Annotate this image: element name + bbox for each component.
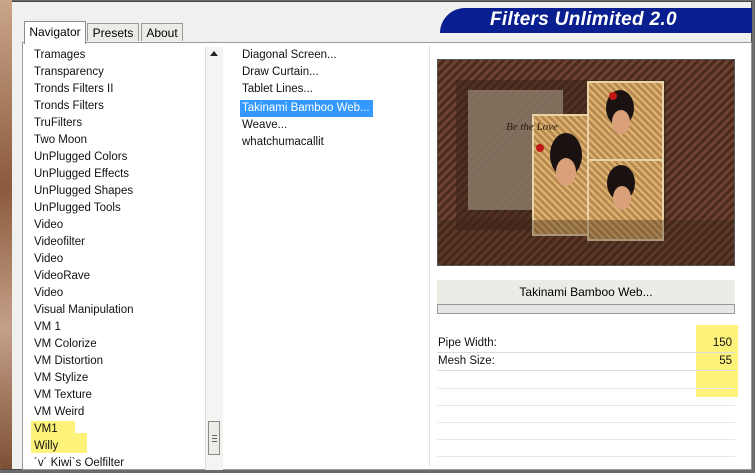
param-row-mesh-size[interactable]: Mesh Size: 55 bbox=[437, 354, 735, 371]
param-label: Mesh Size: bbox=[438, 355, 495, 367]
category-item[interactable]: VM Texture bbox=[34, 387, 204, 404]
category-item[interactable]: UnPlugged Shapes bbox=[34, 183, 204, 200]
category-item[interactable]: Visual Manipulation bbox=[34, 302, 204, 319]
category-item[interactable]: Video bbox=[34, 285, 204, 302]
category-item[interactable]: VM Colorize bbox=[34, 336, 204, 353]
category-item[interactable]: VM Distortion bbox=[34, 353, 204, 370]
category-item[interactable]: UnPlugged Tools bbox=[34, 200, 204, 217]
category-item[interactable]: UnPlugged Colors bbox=[34, 149, 204, 166]
param-label: Pipe Width: bbox=[438, 337, 497, 349]
category-item[interactable]: VM Stylize bbox=[34, 370, 204, 387]
category-item[interactable]: TruFilters bbox=[34, 115, 204, 132]
filter-list[interactable]: Diagonal Screen... Draw Curtain... Table… bbox=[240, 47, 425, 151]
param-row-pipe-width[interactable]: Pipe Width: 150 bbox=[437, 336, 735, 353]
category-item[interactable]: Two Moon bbox=[34, 132, 204, 149]
category-item[interactable]: VM Weird bbox=[34, 404, 204, 421]
grip-icon bbox=[212, 438, 217, 439]
category-item[interactable]: Videofilter bbox=[34, 234, 204, 251]
column-divider bbox=[429, 46, 430, 466]
empty-param-row bbox=[437, 456, 735, 457]
filter-item[interactable]: Diagonal Screen... bbox=[240, 47, 425, 64]
grip-icon bbox=[212, 441, 217, 442]
category-item[interactable]: VM 1 bbox=[34, 319, 204, 336]
filter-item[interactable]: whatchumacallit bbox=[240, 134, 425, 151]
preview-image: Be the Love bbox=[437, 59, 735, 266]
background-strip bbox=[0, 0, 12, 469]
category-scrollbar[interactable] bbox=[205, 47, 223, 470]
category-item[interactable]: Tronds Filters II bbox=[34, 81, 204, 98]
filter-item[interactable]: Tablet Lines... bbox=[240, 81, 425, 98]
preview-caption: Be the Love bbox=[506, 121, 558, 133]
category-item[interactable]: VideoRave bbox=[34, 268, 204, 285]
param-value[interactable]: 55 bbox=[719, 355, 732, 367]
empty-param-row bbox=[437, 439, 735, 440]
category-item[interactable]: Video bbox=[34, 251, 204, 268]
category-item[interactable]: ´v´ Kiwi`s Oelfilter bbox=[34, 455, 204, 472]
tab-about[interactable]: About bbox=[141, 23, 183, 41]
tab-navigator[interactable]: Navigator bbox=[24, 21, 86, 44]
category-list[interactable]: Tramages Transparency Tronds Filters II … bbox=[34, 47, 204, 472]
filter-item[interactable]: Draw Curtain... bbox=[240, 64, 425, 81]
grip-icon bbox=[212, 435, 217, 436]
category-item[interactable]: Video bbox=[34, 217, 204, 234]
filter-item-selected[interactable]: Takinami Bamboo Web... bbox=[240, 100, 373, 117]
filter-item[interactable]: Weave... bbox=[240, 117, 425, 134]
app-title: Filters Unlimited 2.0 bbox=[490, 9, 677, 30]
category-item[interactable]: UnPlugged Effects bbox=[34, 166, 204, 183]
tab-presets[interactable]: Presets bbox=[87, 23, 139, 41]
empty-param-row bbox=[437, 405, 735, 406]
param-value[interactable]: 150 bbox=[713, 337, 732, 349]
empty-param-row bbox=[437, 422, 735, 423]
selected-filter-name: Takinami Bamboo Web... bbox=[437, 280, 735, 304]
category-item[interactable]: Transparency bbox=[34, 64, 204, 81]
category-item[interactable]: VM1 bbox=[34, 421, 204, 438]
scroll-up-arrow-icon[interactable] bbox=[210, 51, 218, 56]
scrollbar-thumb[interactable] bbox=[208, 421, 220, 455]
empty-param-row bbox=[437, 388, 735, 389]
category-item[interactable]: Tronds Filters bbox=[34, 98, 204, 115]
category-item[interactable]: Willy bbox=[34, 438, 204, 455]
progress-bar bbox=[437, 304, 735, 314]
category-item[interactable]: Tramages bbox=[34, 47, 204, 64]
